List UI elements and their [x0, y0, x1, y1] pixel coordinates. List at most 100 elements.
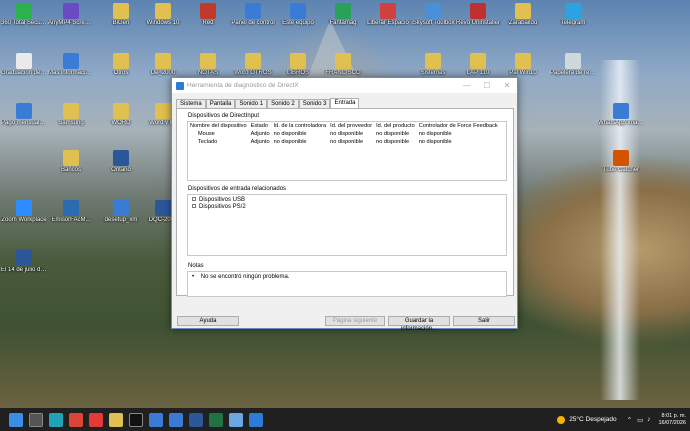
app-icon	[470, 3, 486, 19]
desktop-icon[interactable]: EmisorFAcM...	[48, 200, 94, 234]
table-cell: Adjunto	[250, 139, 270, 145]
taskbar-apps	[0, 412, 266, 427]
next-page-button[interactable]: Página siguiente	[325, 316, 385, 326]
app-icon	[16, 3, 32, 19]
desktop-icon[interactable]: Samsung	[48, 103, 94, 137]
directinput-table-box[interactable]: Nombre del dispositivo Estado Id. de la …	[187, 121, 507, 181]
table-cell: no disponible	[376, 131, 410, 137]
desktop-icon[interactable]: Telegram	[550, 3, 596, 37]
desktop-icon[interactable]: Otros	[98, 53, 144, 87]
desktop-icon-label: Graduación de Guerbiel Fau...	[1, 70, 47, 76]
window-title: Herramienta de diagnóstico de DirectX	[187, 82, 299, 89]
app-icon	[200, 53, 216, 69]
taskbar-store-icon[interactable]	[149, 412, 163, 427]
desktop-icon-label: Bancos	[60, 167, 81, 173]
desktop-icon[interactable]: Revo Uninstaller	[455, 3, 501, 37]
desktop-icon[interactable]: Pago mensual otros	[1, 103, 47, 137]
desktop-icon-label: Windows 10	[146, 20, 180, 26]
network-icon[interactable]: ▭	[637, 416, 643, 424]
desktop-icon[interactable]: desetup_xm	[98, 200, 144, 234]
save-all-info-button[interactable]: Guardar la información...	[388, 316, 450, 332]
taskbar-explorer-icon[interactable]	[109, 412, 123, 427]
close-button[interactable]: ✕	[497, 78, 517, 93]
taskbar-mail-icon[interactable]	[169, 412, 183, 427]
desktop-icon[interactable]: Tube Catcher	[598, 150, 644, 184]
desktop-icon-label: Red	[202, 20, 214, 26]
column-header: Estado	[250, 123, 269, 129]
table-row[interactable]: Teclado Adjunto no disponible no disponi…	[188, 138, 500, 146]
desktop-icon-label: LAP 110	[466, 70, 490, 76]
directinput-table: Nombre del dispositivo Estado Id. de la …	[188, 122, 500, 146]
related-devices-tree[interactable]: Dispositivos USB Dispositivos PS/2	[187, 194, 507, 256]
taskbar-edge-icon[interactable]	[49, 412, 63, 427]
tray-arrow-icon[interactable]: ⌃	[627, 416, 632, 424]
sun-icon	[557, 415, 566, 424]
desktop-icon[interactable]: Más información sobre esta ima...	[48, 53, 94, 87]
help-button[interactable]: Ayuda	[177, 316, 239, 326]
desktop-icon[interactable]: Panel de control	[230, 3, 276, 37]
app-icon	[290, 3, 306, 19]
desktop-icon[interactable]: Este equipo	[275, 3, 321, 37]
exit-button[interactable]: Salir	[453, 316, 515, 326]
table-row[interactable]: Mouse Adjunto no disponible no disponibl…	[188, 130, 500, 138]
maximize-button[interactable]: ☐	[477, 78, 497, 93]
app-icon	[113, 3, 129, 19]
expand-icon[interactable]	[192, 197, 196, 202]
tree-item-label: Dispositivos USB	[199, 197, 246, 203]
expand-icon[interactable]	[192, 204, 196, 209]
desktop-icon[interactable]: Zoom Workplace	[1, 200, 47, 234]
title-bar[interactable]: Herramienta de diagnóstico de DirectX — …	[172, 78, 517, 93]
desktop-icon[interactable]: Papelera de reciclaje	[550, 53, 596, 87]
desktop-icon[interactable]: BiGen	[98, 3, 144, 37]
desktop-icon[interactable]: WhatsApp Image	[598, 103, 644, 137]
taskbar-word-icon[interactable]	[189, 412, 203, 427]
weather-text[interactable]: 25°C Despejado	[569, 416, 616, 423]
notes-box[interactable]: • No se encontró ningún problema.	[187, 271, 507, 297]
desktop-icon-label: Telegram	[560, 20, 586, 26]
desktop-icon[interactable]: Red	[185, 3, 231, 37]
app-icon	[565, 3, 581, 19]
table-cell: Teclado	[198, 139, 218, 145]
app-icon	[16, 250, 32, 266]
app-icon	[63, 150, 79, 166]
desktop-icon-label: Fantamag	[329, 20, 357, 26]
desktop-icon[interactable]: WORD	[98, 103, 144, 137]
tree-item-usb[interactable]: Dispositivos USB	[192, 197, 502, 204]
volume-icon[interactable]: ♪	[647, 416, 650, 423]
desktop-icon-label: WORD	[111, 120, 131, 126]
clock[interactable]: 8:01 p. m. 16/07/2026	[658, 413, 686, 427]
desktop-icon[interactable]: Windows 10	[140, 3, 186, 37]
taskbar-youtube-icon[interactable]	[89, 412, 103, 427]
app-icon	[245, 53, 261, 69]
desktop-icon[interactable]: Fantamag	[320, 3, 366, 37]
taskbar-dx-icon[interactable]	[249, 412, 263, 427]
desktop-icon[interactable]: Zarabaildo	[500, 3, 546, 37]
table-cell: no disponible	[330, 131, 364, 137]
app-icon	[155, 53, 171, 69]
app-icon	[335, 3, 351, 19]
clock-time: 8:01 p. m.	[661, 412, 686, 419]
taskbar-photos-icon[interactable]	[229, 412, 243, 427]
desktop-icon[interactable]: Graduación de Guerbiel Fau...	[1, 53, 47, 87]
tree-item-label: Dispositivos PS/2	[199, 204, 246, 210]
desktop-icon[interactable]: 360 Total Security	[1, 3, 47, 37]
desktop-icon[interactable]: Liberar Espacio	[365, 3, 411, 37]
column-header: Id. del producto	[376, 123, 415, 129]
desktop-icon[interactable]: AnyMP4 Screen Recorder	[48, 3, 94, 37]
table-cell: no disponible	[418, 131, 452, 137]
taskbar-chrome-icon[interactable]	[69, 412, 83, 427]
desktop-icon[interactable]: El 14 de julio de 1967	[1, 250, 47, 284]
taskbar-search-icon[interactable]	[29, 412, 43, 427]
desktop-icon-label: AnyMP4 Screen Recorder	[48, 20, 94, 26]
directinput-group: Dispositivos de DirectInput Nombre del d…	[187, 113, 507, 181]
minimize-button[interactable]: —	[457, 78, 477, 93]
taskbar-start-icon[interactable]	[9, 412, 23, 427]
desktop-icon[interactable]: Bancos	[48, 150, 94, 184]
taskbar-tiktok-icon[interactable]	[129, 412, 143, 427]
desktop-icon[interactable]: iSkysoft Toolbox	[410, 3, 456, 37]
desktop-icon-label: NOTAS	[197, 70, 219, 76]
app-icon	[155, 103, 171, 119]
taskbar-excel-icon[interactable]	[209, 412, 223, 427]
desktop-icon[interactable]: Ontario	[98, 150, 144, 184]
tree-item-ps2[interactable]: Dispositivos PS/2	[192, 204, 502, 211]
